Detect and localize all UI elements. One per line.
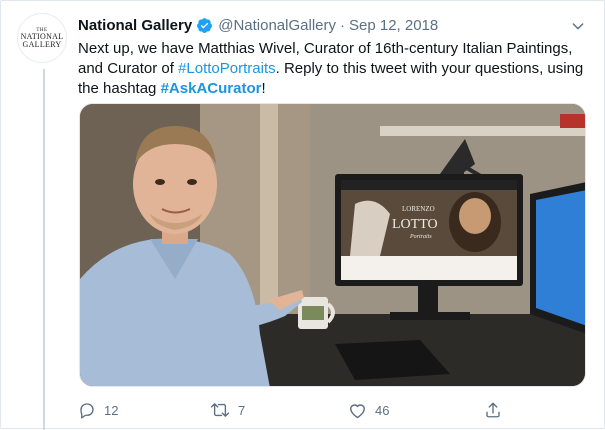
reply-button[interactable]: 12 <box>78 397 118 423</box>
like-button[interactable]: 46 <box>348 397 389 423</box>
reply-icon <box>80 403 94 419</box>
tweet-text: Next up, we have Matthias Wivel, Curator… <box>78 39 588 99</box>
share-icon <box>486 402 500 418</box>
chevron-down-icon[interactable] <box>569 17 587 35</box>
verified-badge-icon <box>196 17 213 34</box>
tweet-photo[interactable]: LORENZO LOTTO Portraits <box>79 103 586 387</box>
timestamp[interactable]: Sep 12, 2018 <box>349 17 438 34</box>
screen-subtitle: Portraits <box>409 234 432 240</box>
thread-line <box>43 69 45 430</box>
screen-title-small: LORENZO <box>402 205 435 213</box>
retweet-icon <box>210 403 230 417</box>
tweet-text-part3: ! <box>261 80 266 97</box>
display-name[interactable]: National Gallery <box>78 17 192 34</box>
photo-illustration: LORENZO LOTTO Portraits <box>80 104 585 386</box>
tweet-card[interactable]: THE NATIONAL GALLERY National Gallery @N… <box>0 0 605 430</box>
share-button[interactable] <box>484 397 502 423</box>
handle[interactable]: @NationalGallery <box>218 17 336 34</box>
hashtag-link-lottoportraits[interactable]: #LottoPortraits <box>178 60 276 77</box>
like-icon <box>350 404 365 419</box>
separator-dot: · <box>340 16 345 34</box>
reply-count: 12 <box>104 402 119 418</box>
avatar[interactable]: THE NATIONAL GALLERY <box>17 13 67 63</box>
retweet-count: 7 <box>238 402 246 418</box>
screen-title-large: LOTTO <box>392 217 438 232</box>
retweet-button[interactable]: 7 <box>210 397 245 423</box>
hashtag-link-askacurator[interactable]: #AskACurator <box>161 80 262 97</box>
tweet-actions: 12 7 46 <box>78 397 518 423</box>
like-count: 46 <box>375 402 390 418</box>
tweet-header: National Gallery @NationalGallery · Sep … <box>78 15 438 35</box>
avatar-text-line3: GALLERY <box>22 39 62 49</box>
